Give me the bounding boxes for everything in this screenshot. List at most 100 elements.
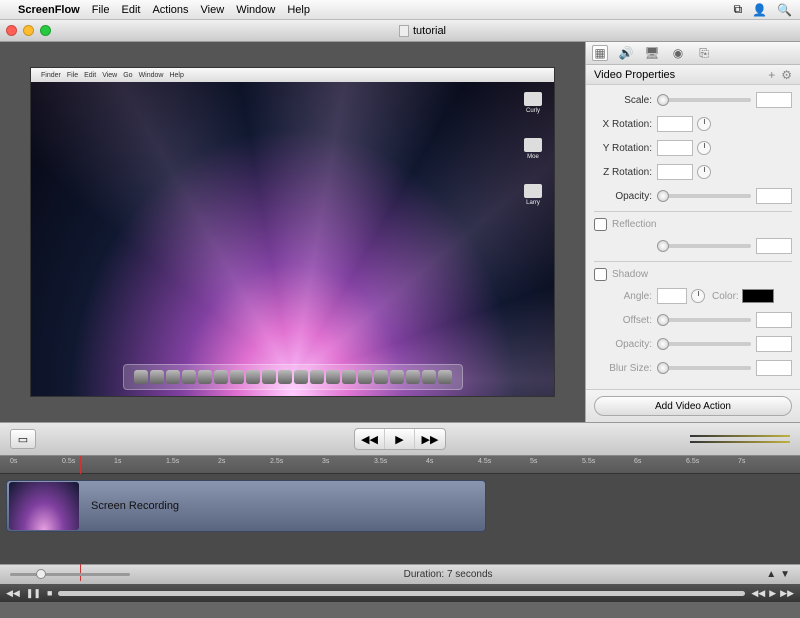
opacity-input[interactable] xyxy=(756,188,792,204)
preview-finder-menubar: Finder File Edit View Go Window Help xyxy=(31,68,554,82)
window-title: tutorial xyxy=(413,25,446,37)
gear-icon[interactable]: ⚙ xyxy=(781,68,792,82)
player-stop-icon[interactable]: ■ xyxy=(47,588,52,598)
forward-button[interactable]: ▶▶ xyxy=(415,429,445,449)
ruler-tick: 5s xyxy=(530,458,537,465)
preview-desktop-icons: Curly Moe Larry xyxy=(522,92,544,210)
inspector-tabs: ▦ 🔊 🖥 ◉ ⎘ xyxy=(586,42,800,65)
blur-slider[interactable] xyxy=(657,366,751,370)
zrotation-dial[interactable] xyxy=(697,165,711,179)
ruler-tick: 3.5s xyxy=(374,458,387,465)
xrotation-input[interactable] xyxy=(657,116,693,132)
player-scrubber[interactable] xyxy=(58,591,745,596)
shadow-opacity-input[interactable] xyxy=(756,336,792,352)
screenflow-window: tutorial Finder File Edit View Go Window… xyxy=(0,20,800,618)
scroll-up-icon[interactable]: ▲ xyxy=(766,569,776,580)
opacity-slider[interactable] xyxy=(657,194,751,198)
offset-label: Offset: xyxy=(594,315,652,326)
inspector-panel: ▦ 🔊 🖥 ◉ ⎘ Video Properties + ⚙ Scale: xyxy=(585,42,800,422)
shadow-checkbox[interactable] xyxy=(594,268,607,281)
scale-input[interactable] xyxy=(756,92,792,108)
mac-menubar: ScreenFlow File Edit Actions View Window… xyxy=(0,0,800,20)
preview-dock xyxy=(123,364,463,390)
zrotation-label: Z Rotation: xyxy=(594,167,652,178)
document-icon xyxy=(399,25,409,37)
scale-label: Scale: xyxy=(594,95,652,106)
spotlight-user-icon[interactable]: 👤 xyxy=(752,3,767,17)
ruler-tick: 5.5s xyxy=(582,458,595,465)
duration-label: Duration: 7 seconds xyxy=(130,569,766,580)
rewind-button[interactable]: ◀◀ xyxy=(355,429,385,449)
ruler-tick: 1s xyxy=(114,458,121,465)
ruler-tick: 0s xyxy=(10,458,17,465)
timeline-zoom-slider[interactable] xyxy=(10,573,130,576)
zrotation-input[interactable] xyxy=(657,164,693,180)
xrotation-label: X Rotation: xyxy=(594,119,652,130)
window-titlebar: tutorial xyxy=(0,20,800,42)
player-rev-icon[interactable]: ◀◀ xyxy=(751,588,765,599)
clip-label: Screen Recording xyxy=(91,500,179,512)
yrotation-label: Y Rotation: xyxy=(594,143,652,154)
canvas-area[interactable]: Finder File Edit View Go Window Help Cur… xyxy=(0,42,585,422)
player-pause-icon[interactable]: ❚❚ xyxy=(26,588,41,599)
angle-input[interactable] xyxy=(657,288,687,304)
timeline-clip[interactable]: Screen Recording xyxy=(6,480,486,532)
menu-view[interactable]: View xyxy=(201,4,225,16)
player-play-icon[interactable]: ▶ xyxy=(769,588,776,599)
angle-label: Angle: xyxy=(594,291,652,302)
player-prev-icon[interactable]: ◀◀ xyxy=(6,588,20,599)
marker-button[interactable]: ▭ xyxy=(10,429,36,449)
reflection-slider[interactable] xyxy=(657,244,751,248)
timeline-track-area[interactable]: Screen Recording xyxy=(0,474,800,564)
shadow-color-swatch[interactable] xyxy=(742,289,774,303)
scroll-down-icon[interactable]: ▼ xyxy=(780,569,790,580)
scale-slider[interactable] xyxy=(657,98,751,102)
video-preview[interactable]: Finder File Edit View Go Window Help Cur… xyxy=(30,67,555,397)
screen-tab-icon[interactable]: 🖥 xyxy=(644,45,660,61)
yrotation-input[interactable] xyxy=(657,140,693,156)
player-fwd-icon[interactable]: ▶▶ xyxy=(780,588,794,599)
reflection-checkbox[interactable] xyxy=(594,218,607,231)
offset-input[interactable] xyxy=(756,312,792,328)
display-icon[interactable]: ⧉ xyxy=(734,2,743,17)
ruler-tick: 2.5s xyxy=(270,458,283,465)
menu-file[interactable]: File xyxy=(92,4,110,16)
ruler-tick: 1.5s xyxy=(166,458,179,465)
ruler-tick: 6s xyxy=(634,458,641,465)
ruler-tick: 4.5s xyxy=(478,458,491,465)
menu-edit[interactable]: Edit xyxy=(121,4,140,16)
audio-tab-icon[interactable]: 🔊 xyxy=(618,45,634,61)
ruler-tick: 3s xyxy=(322,458,329,465)
play-button[interactable]: ▶ xyxy=(385,429,415,449)
zoom-button[interactable] xyxy=(40,25,51,36)
yrotation-dial[interactable] xyxy=(697,141,711,155)
playback-controls: ◀◀ ▶ ▶▶ xyxy=(354,428,446,450)
clip-thumbnail xyxy=(9,482,79,530)
callout-tab-icon[interactable]: ◉ xyxy=(670,45,686,61)
menu-window[interactable]: Window xyxy=(236,4,275,16)
video-tab-icon[interactable]: ▦ xyxy=(592,45,608,61)
minimize-button[interactable] xyxy=(23,25,34,36)
opacity-label: Opacity: xyxy=(594,191,652,202)
offset-slider[interactable] xyxy=(657,318,751,322)
timeline: 0s0.5s1s1.5s2s2.5s3s3.5s4s4.5s5s5.5s6s6.… xyxy=(0,456,800,584)
close-button[interactable] xyxy=(6,25,17,36)
spotlight-icon[interactable]: 🔍 xyxy=(777,3,792,17)
reflection-input[interactable] xyxy=(756,238,792,254)
menu-actions[interactable]: Actions xyxy=(152,4,188,16)
annotations-tab-icon[interactable]: ⎘ xyxy=(696,45,712,61)
blur-input[interactable] xyxy=(756,360,792,376)
add-video-action-button[interactable]: Add Video Action xyxy=(594,396,792,416)
add-action-icon[interactable]: + xyxy=(768,68,775,82)
app-menu[interactable]: ScreenFlow xyxy=(18,4,80,16)
xrotation-dial[interactable] xyxy=(697,117,711,131)
shadow-opacity-slider[interactable] xyxy=(657,342,751,346)
timeline-footer: Duration: 7 seconds ▲ ▼ xyxy=(0,564,800,584)
menu-help[interactable]: Help xyxy=(287,4,310,16)
inspector-header: Video Properties + ⚙ xyxy=(586,65,800,85)
inspector-title: Video Properties xyxy=(594,69,675,81)
timeline-ruler[interactable]: 0s0.5s1s1.5s2s2.5s3s3.5s4s4.5s5s5.5s6s6.… xyxy=(0,456,800,474)
angle-dial[interactable] xyxy=(691,289,705,303)
ruler-tick: 6.5s xyxy=(686,458,699,465)
shadow-label: Shadow xyxy=(612,269,648,280)
